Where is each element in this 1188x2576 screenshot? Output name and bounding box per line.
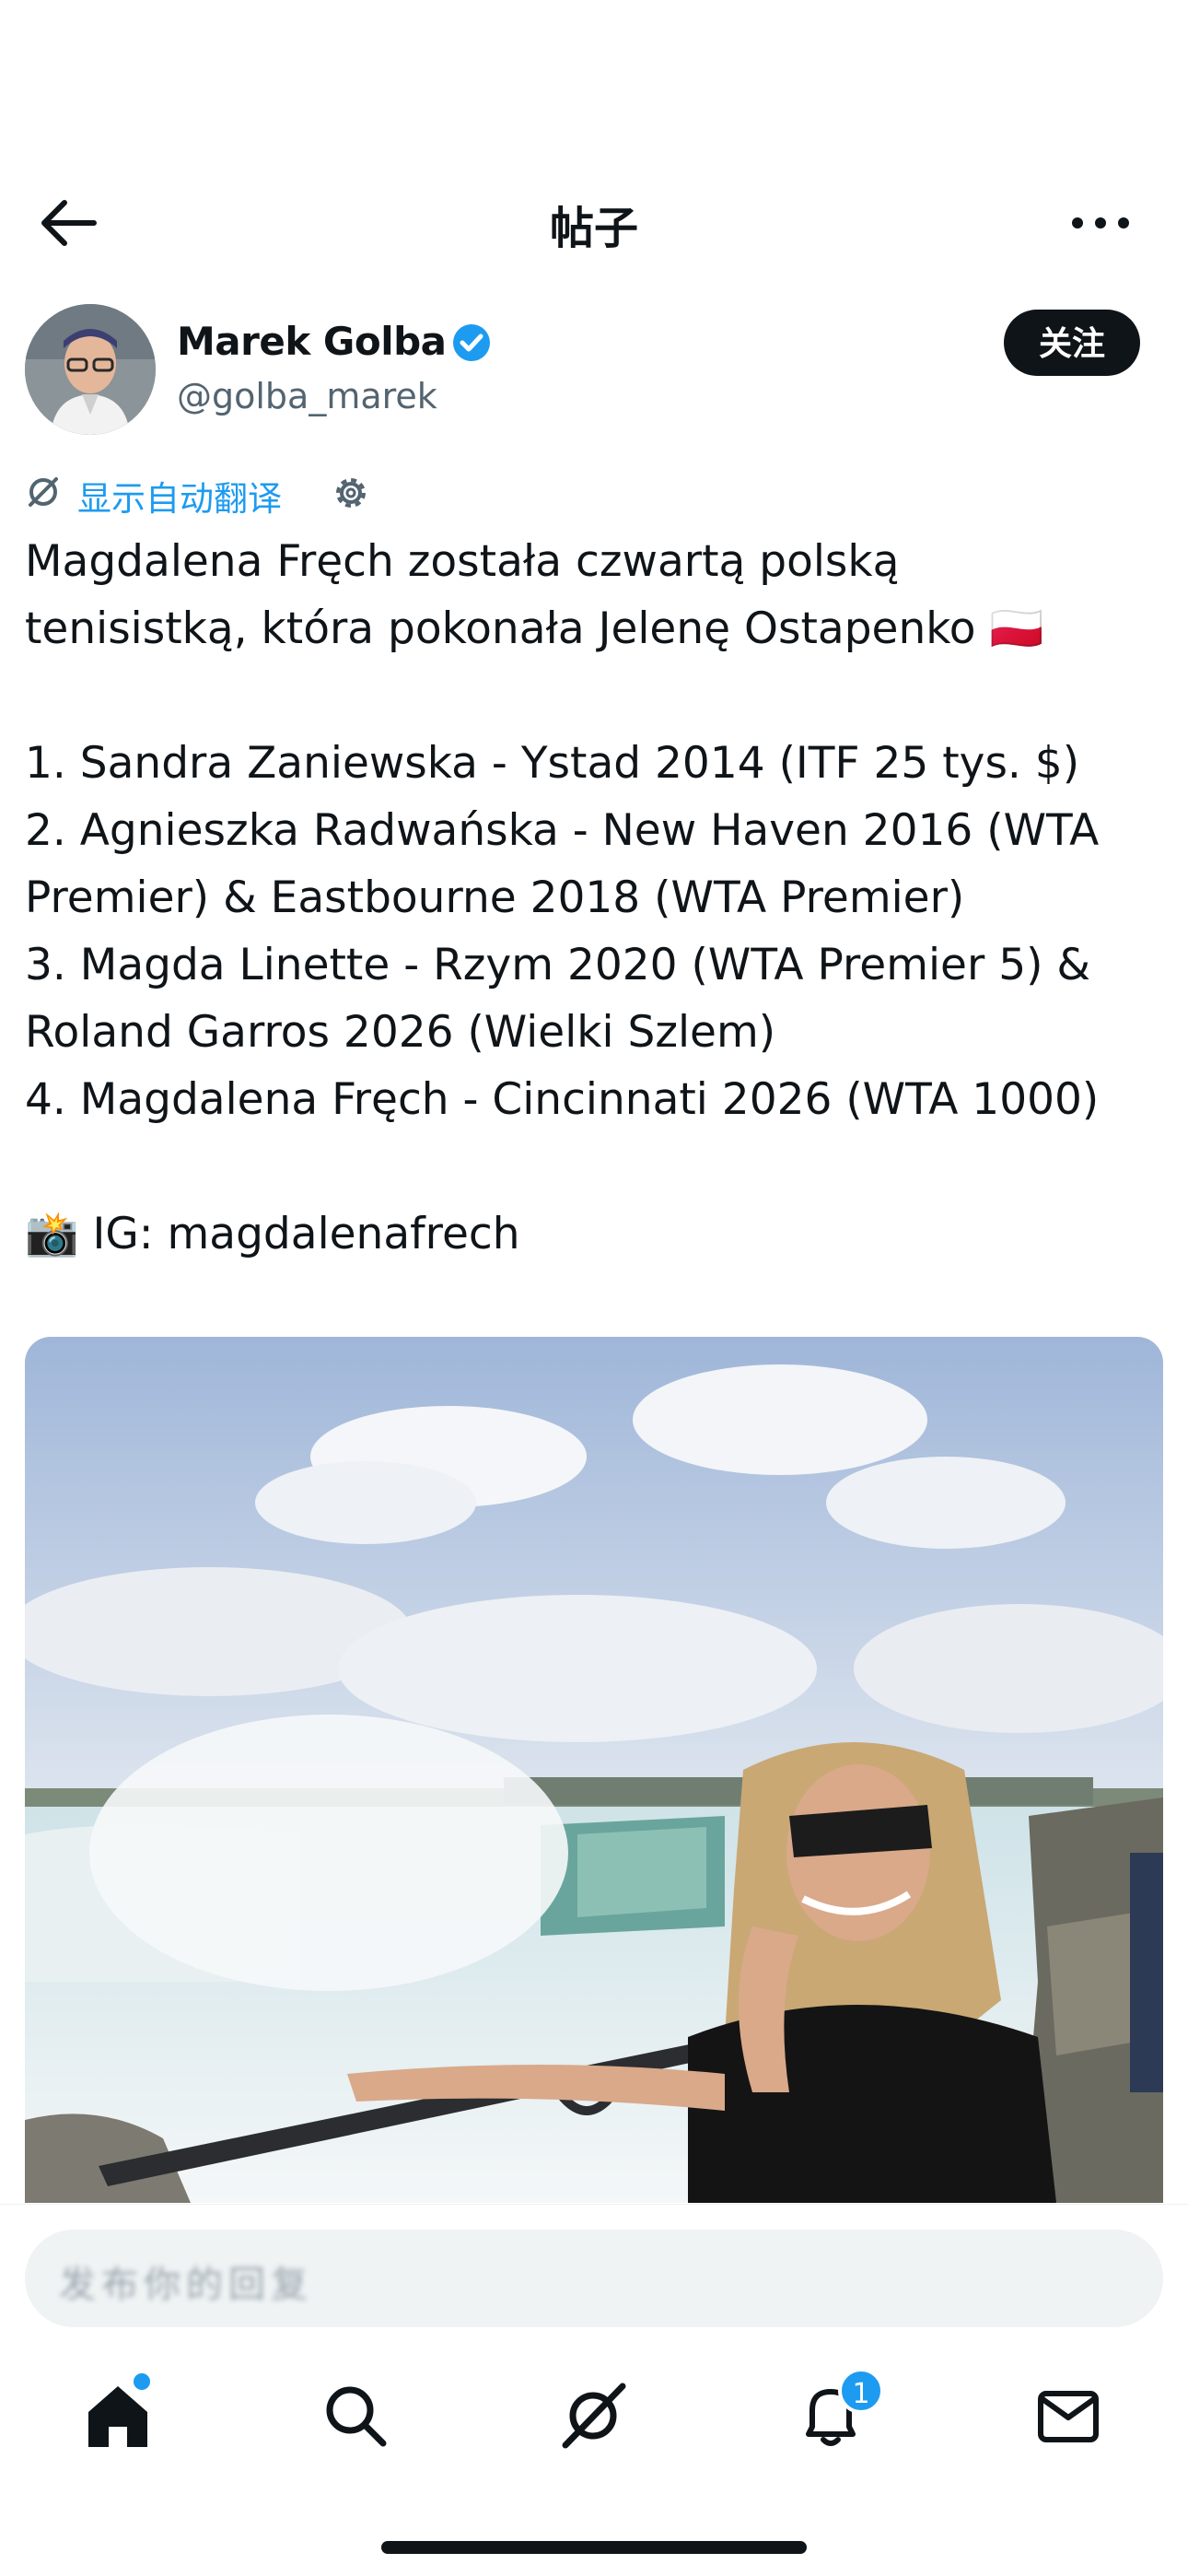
reply-placeholder: 发布你的回复 bbox=[59, 2264, 313, 2306]
post-text-line: 📸 IG: magdalenafrech bbox=[25, 1209, 520, 1259]
post-text-line: 1. Sandra Zaniewska - Ystad 2014 (ITF 25… bbox=[25, 738, 1080, 789]
tab-home[interactable] bbox=[81, 2379, 155, 2453]
home-unread-dot bbox=[134, 2373, 150, 2390]
verified-badge-icon bbox=[451, 322, 492, 363]
author-handle[interactable]: @golba_marek bbox=[177, 376, 437, 416]
show-auto-translation-link[interactable]: 显示自动翻译 bbox=[77, 471, 282, 521]
avatar[interactable] bbox=[25, 304, 156, 435]
post-text-line: tenisistką, która pokonała Jelenę Ostape… bbox=[25, 603, 1043, 654]
author-display-name[interactable]: Marek Golba bbox=[177, 319, 447, 364]
post-text-line: Premier) & Eastbourne 2018 (WTA Premier) bbox=[25, 872, 965, 923]
tab-search[interactable] bbox=[319, 2379, 392, 2453]
search-icon bbox=[326, 2386, 387, 2447]
notification-badge: 1 bbox=[838, 2368, 884, 2414]
tab-grok[interactable] bbox=[556, 2379, 630, 2453]
translate-icon bbox=[25, 474, 62, 510]
follow-button[interactable]: 关注 bbox=[1004, 310, 1140, 376]
post-photo[interactable] bbox=[25, 1337, 1163, 2203]
post-text-line: 2. Agnieszka Radwańska - New Haven 2016 … bbox=[25, 805, 1100, 856]
post-text-line: 3. Magda Linette - Rzym 2020 (WTA Premie… bbox=[25, 940, 1091, 990]
tab-messages[interactable] bbox=[1031, 2379, 1105, 2453]
home-indicator[interactable] bbox=[381, 2541, 807, 2554]
home-icon bbox=[88, 2386, 147, 2447]
post-text-line: 4. Magdalena Fręch - Cincinnati 2026 (WT… bbox=[25, 1074, 1100, 1125]
page-title: 帖子 bbox=[549, 203, 638, 254]
post-text-line: Roland Garros 2026 (Wielki Szlem) bbox=[25, 1007, 776, 1058]
more-icon[interactable] bbox=[1068, 205, 1133, 241]
gear-icon[interactable] bbox=[332, 474, 370, 512]
post-text-line: Magdalena Fręch została czwartą polską bbox=[25, 536, 900, 587]
mail-icon bbox=[1038, 2391, 1099, 2442]
grok-icon bbox=[562, 2383, 626, 2449]
